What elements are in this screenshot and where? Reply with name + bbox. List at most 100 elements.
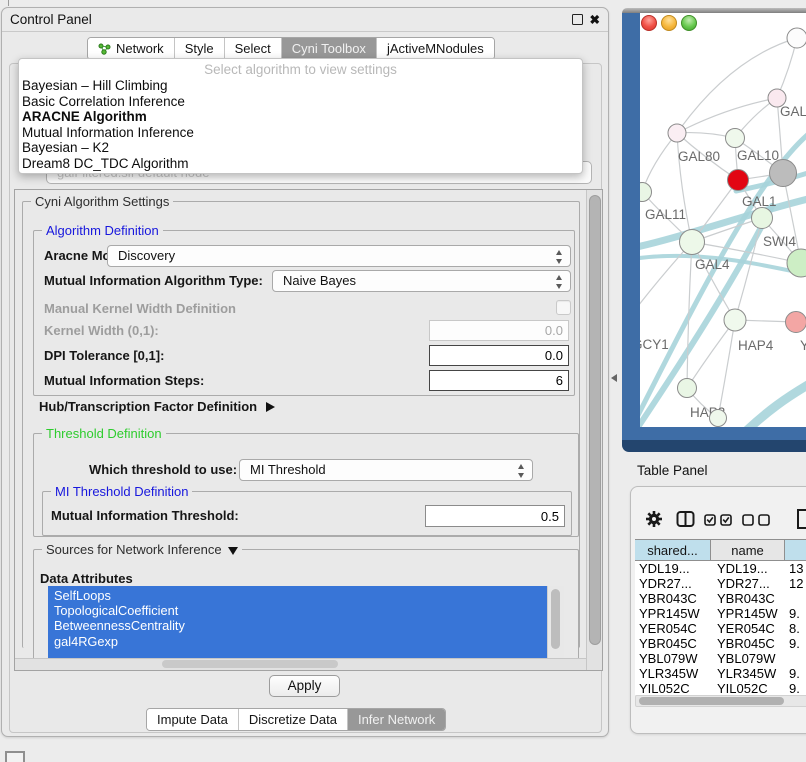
- tab-select[interactable]: Select: [225, 38, 282, 59]
- network-node-hap2[interactable]: [678, 379, 697, 398]
- sources-title[interactable]: Sources for Network Inference: [42, 542, 242, 557]
- network-node-y[interactable]: [786, 312, 806, 333]
- network-graph[interactable]: GALGAL80GAL10GAL1GAL11SWI4GAL4GCY1HAP4YH…: [640, 13, 806, 427]
- split-columns-icon[interactable]: [676, 510, 695, 528]
- table-row[interactable]: YBR045CYBR045C9.: [635, 636, 806, 651]
- network-node-gal10[interactable]: [726, 129, 745, 148]
- table-horizontal-scrollbar[interactable]: [635, 695, 806, 707]
- cyni-algorithm-settings-group: Cyni Algorithm Settings Algorithm Defini…: [22, 201, 580, 648]
- zoom-traffic-light-icon[interactable]: [681, 15, 697, 31]
- algorithm-option-bayesian-k2[interactable]: Bayesian – K2: [19, 140, 582, 156]
- table-cell: 12: [785, 576, 806, 591]
- network-node[interactable]: [770, 160, 797, 187]
- control-panel-tabbar: Network Style Select Cyni Toolbox jActiveMNo…: [87, 37, 495, 60]
- table-row[interactable]: YER054CYER054C8.: [635, 621, 806, 636]
- table-row[interactable]: YBR043CYBR043C: [635, 591, 806, 606]
- attribute-item-selfloops[interactable]: SelfLoops: [48, 588, 548, 603]
- tab-label: Select: [235, 41, 271, 56]
- settings-vertical-scrollbar[interactable]: [586, 190, 602, 670]
- settings-horizontal-scrollbar-thumb[interactable]: [162, 660, 338, 668]
- table-row[interactable]: YIL052CYIL052C9.: [635, 681, 806, 695]
- split-pane-handle-icon[interactable]: [611, 374, 617, 382]
- table-row[interactable]: YDR27...YDR27...12: [635, 576, 806, 591]
- mi-algorithm-type-select[interactable]: Naive Bayes: [272, 270, 571, 292]
- settings-vertical-scrollbar-thumb[interactable]: [589, 195, 601, 645]
- tab-label: Network: [116, 41, 164, 56]
- table-row[interactable]: YPR145WYPR145W9.: [635, 606, 806, 621]
- algorithm-option-mutual-information-inference[interactable]: Mutual Information Inference: [19, 125, 582, 141]
- table-row[interactable]: YDL19...YDL19...13: [635, 561, 806, 576]
- network-edge-thick[interactable]: [732, 379, 806, 427]
- column-header-name[interactable]: name: [711, 540, 785, 560]
- tab-label: Cyni Toolbox: [292, 41, 366, 56]
- expander-right-triangle-icon: [266, 402, 275, 412]
- network-node-swi4[interactable]: [752, 208, 773, 229]
- network-edge[interactable]: [677, 98, 777, 133]
- minimize-traffic-light-icon[interactable]: [661, 15, 677, 31]
- select-all-checkboxes-icon[interactable]: [704, 514, 732, 526]
- column-header-shared[interactable]: shared...: [635, 540, 711, 560]
- algorithm-option-basic-correlation-inference[interactable]: Basic Correlation Inference: [19, 94, 582, 110]
- tab-cyni-toolbox[interactable]: Cyni Toolbox: [282, 38, 377, 59]
- close-traffic-light-icon[interactable]: [641, 15, 657, 31]
- attribute-item-betweennesscentrality[interactable]: BetweennessCentrality: [48, 618, 548, 633]
- attribute-item-topologicalcoefficient[interactable]: TopologicalCoefficient: [48, 603, 548, 618]
- attribute-item-gal4rgexp[interactable]: gal4RGexp: [48, 634, 548, 649]
- dpi-tolerance-input[interactable]: [429, 345, 569, 366]
- gear-icon[interactable]: [645, 510, 663, 528]
- which-threshold-select[interactable]: MI Threshold: [239, 459, 533, 481]
- algorithm-option-aracne-algorithm[interactable]: ARACNE Algorithm: [19, 109, 582, 125]
- column-header-2[interactable]: [785, 540, 806, 560]
- network-canvas[interactable]: GALGAL80GAL10GAL1GAL11SWI4GAL4GCY1HAP4YH…: [640, 13, 806, 427]
- network-node[interactable]: [787, 28, 806, 48]
- network-edge[interactable]: [718, 320, 735, 418]
- kernel-width-input[interactable]: [429, 320, 569, 341]
- tab-infer-network[interactable]: Infer Network: [348, 709, 445, 730]
- table-cell: YBR045C: [635, 636, 711, 651]
- tab-discretize-data[interactable]: Discretize Data: [239, 709, 348, 730]
- table-cell: 9.: [785, 681, 806, 695]
- list-scrollbar-thumb[interactable]: [551, 589, 560, 649]
- hub-transcription-factor-expander[interactable]: Hub/Transcription Factor Definition: [39, 399, 275, 414]
- network-node-gal4[interactable]: [680, 230, 705, 255]
- network-node-gal80[interactable]: [668, 124, 686, 142]
- network-node-gal11[interactable]: [640, 183, 652, 202]
- table-cell: YER054C: [711, 621, 785, 636]
- minimized-panel-icon[interactable]: [5, 751, 25, 762]
- algorithm-option-bayesian-hill-climbing[interactable]: Bayesian – Hill Climbing: [19, 78, 582, 94]
- deselect-all-checkboxes-icon[interactable]: [742, 514, 770, 526]
- network-node[interactable]: [787, 249, 806, 277]
- new-table-icon[interactable]: [796, 508, 806, 530]
- mi-steps-input[interactable]: [429, 370, 569, 391]
- manual-kernel-width-checkbox[interactable]: [556, 300, 571, 315]
- table-row[interactable]: YBL079WYBL079W: [635, 651, 806, 666]
- table-row[interactable]: YLR345WYLR345W9.: [635, 666, 806, 681]
- tab-style[interactable]: Style: [175, 38, 225, 59]
- table-horizontal-scrollbar-thumb[interactable]: [639, 697, 784, 705]
- tab-jactivemnodules[interactable]: jActiveMNodules: [377, 38, 494, 59]
- algorithm-dropdown-placeholder: Select algorithm to view settings: [19, 62, 582, 78]
- aracne-mode-select[interactable]: Discovery: [107, 245, 571, 267]
- apply-button[interactable]: Apply: [269, 675, 340, 697]
- settings-horizontal-scrollbar[interactable]: [15, 658, 586, 670]
- network-node[interactable]: [710, 410, 727, 427]
- cyni-algorithm-settings-title: Cyni Algorithm Settings: [31, 194, 173, 209]
- window-border-tick: [8, 0, 9, 6]
- table-cell: [785, 591, 806, 606]
- tab-network[interactable]: Network: [88, 38, 175, 59]
- window-title: Control Panel: [10, 12, 92, 27]
- table-cell: YDL19...: [635, 561, 711, 576]
- network-node-gal1[interactable]: [728, 170, 749, 191]
- mi-threshold-input[interactable]: [425, 505, 565, 527]
- network-node-label: GAL80: [678, 149, 720, 164]
- which-threshold-value: MI Threshold: [250, 462, 326, 477]
- network-edge[interactable]: [687, 320, 735, 388]
- tab-impute-data[interactable]: Impute Data: [147, 709, 239, 730]
- algorithm-option-dream8-dc-tdc-algorithm[interactable]: Dream8 DC_TDC Algorithm: [19, 156, 582, 172]
- network-node-hap4[interactable]: [724, 309, 746, 331]
- table-cell: YIL052C: [635, 681, 711, 695]
- float-window-icon[interactable]: [572, 14, 583, 25]
- network-edge[interactable]: [642, 133, 677, 192]
- list-scrollbar[interactable]: [547, 586, 564, 661]
- close-icon[interactable]: ✖: [590, 12, 600, 27]
